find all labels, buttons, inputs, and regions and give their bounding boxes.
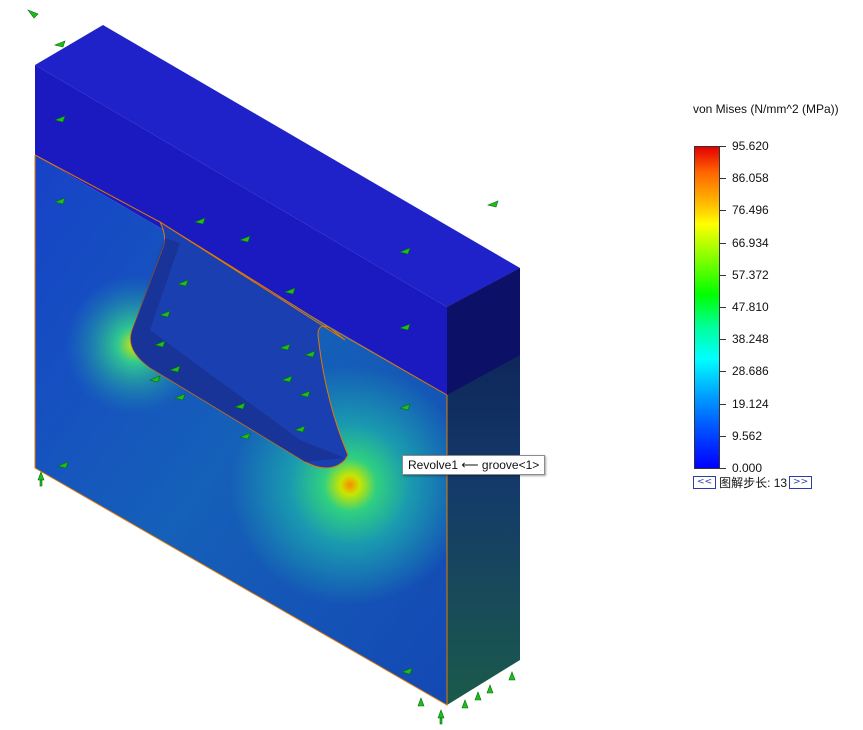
feature-tooltip: Revolve1 ⟵ groove<1>: [402, 455, 546, 475]
legend-tick-mark: [720, 242, 726, 244]
load-arrow-icon: [54, 40, 66, 48]
legend-tick-mark: [720, 339, 726, 341]
legend-tick-label: 47.810: [732, 300, 769, 314]
legend-tick-label: 86.058: [732, 171, 769, 186]
legend-tick-label: 57.372: [732, 267, 769, 282]
legend-tick-label: 19.124: [732, 396, 769, 411]
legend-title: von Mises (N/mm^2 (MPa)): [693, 102, 839, 116]
load-arrow-icon: [27, 9, 39, 19]
legend-tick-mark: [720, 435, 726, 437]
next-step-button[interactable]: >>: [789, 476, 813, 489]
legend-tick-label: 76.496: [732, 203, 769, 218]
stress-legend: von Mises (N/mm^2 (MPa)) 95.620 86.058 76.…: [690, 100, 860, 500]
support-arrow-icon: [474, 691, 482, 701]
legend-tick-mark: [720, 468, 726, 469]
colorbar: [694, 146, 720, 469]
support-arrow-icon: [486, 684, 494, 694]
legend-tick-label: 66.934: [732, 235, 769, 250]
legend-tick-mark: [720, 178, 726, 180]
legend-tick-label: 9.562: [732, 428, 763, 443]
legend-tick-label: 28.686: [732, 364, 769, 379]
legend-tick-label: 0.000: [732, 461, 763, 475]
legend-tick-mark: [720, 210, 726, 212]
load-arrow-icon: [487, 200, 499, 208]
previous-step-button[interactable]: <<: [693, 476, 717, 489]
support-arrow-icon: [508, 671, 516, 681]
legend-tick-mark: [720, 307, 726, 308]
support-arrow-icon: [461, 699, 469, 709]
legend-tick-label: 38.248: [732, 332, 769, 347]
legend-tick-mark: [720, 403, 726, 405]
legend-tick-mark: [720, 146, 726, 147]
legend-tick-mark: [720, 274, 726, 276]
legend-tick-mark: [720, 371, 726, 373]
support-arrow-icon: [417, 697, 425, 707]
plot-step-control: << 图解步长: 13 >>: [693, 474, 813, 491]
support-arrow-icon: [37, 471, 45, 487]
support-arrow-icon: [437, 709, 445, 725]
plot-step-label: 图解步长: 13: [719, 476, 788, 490]
legend-tick-label: 95.620: [732, 139, 769, 153]
